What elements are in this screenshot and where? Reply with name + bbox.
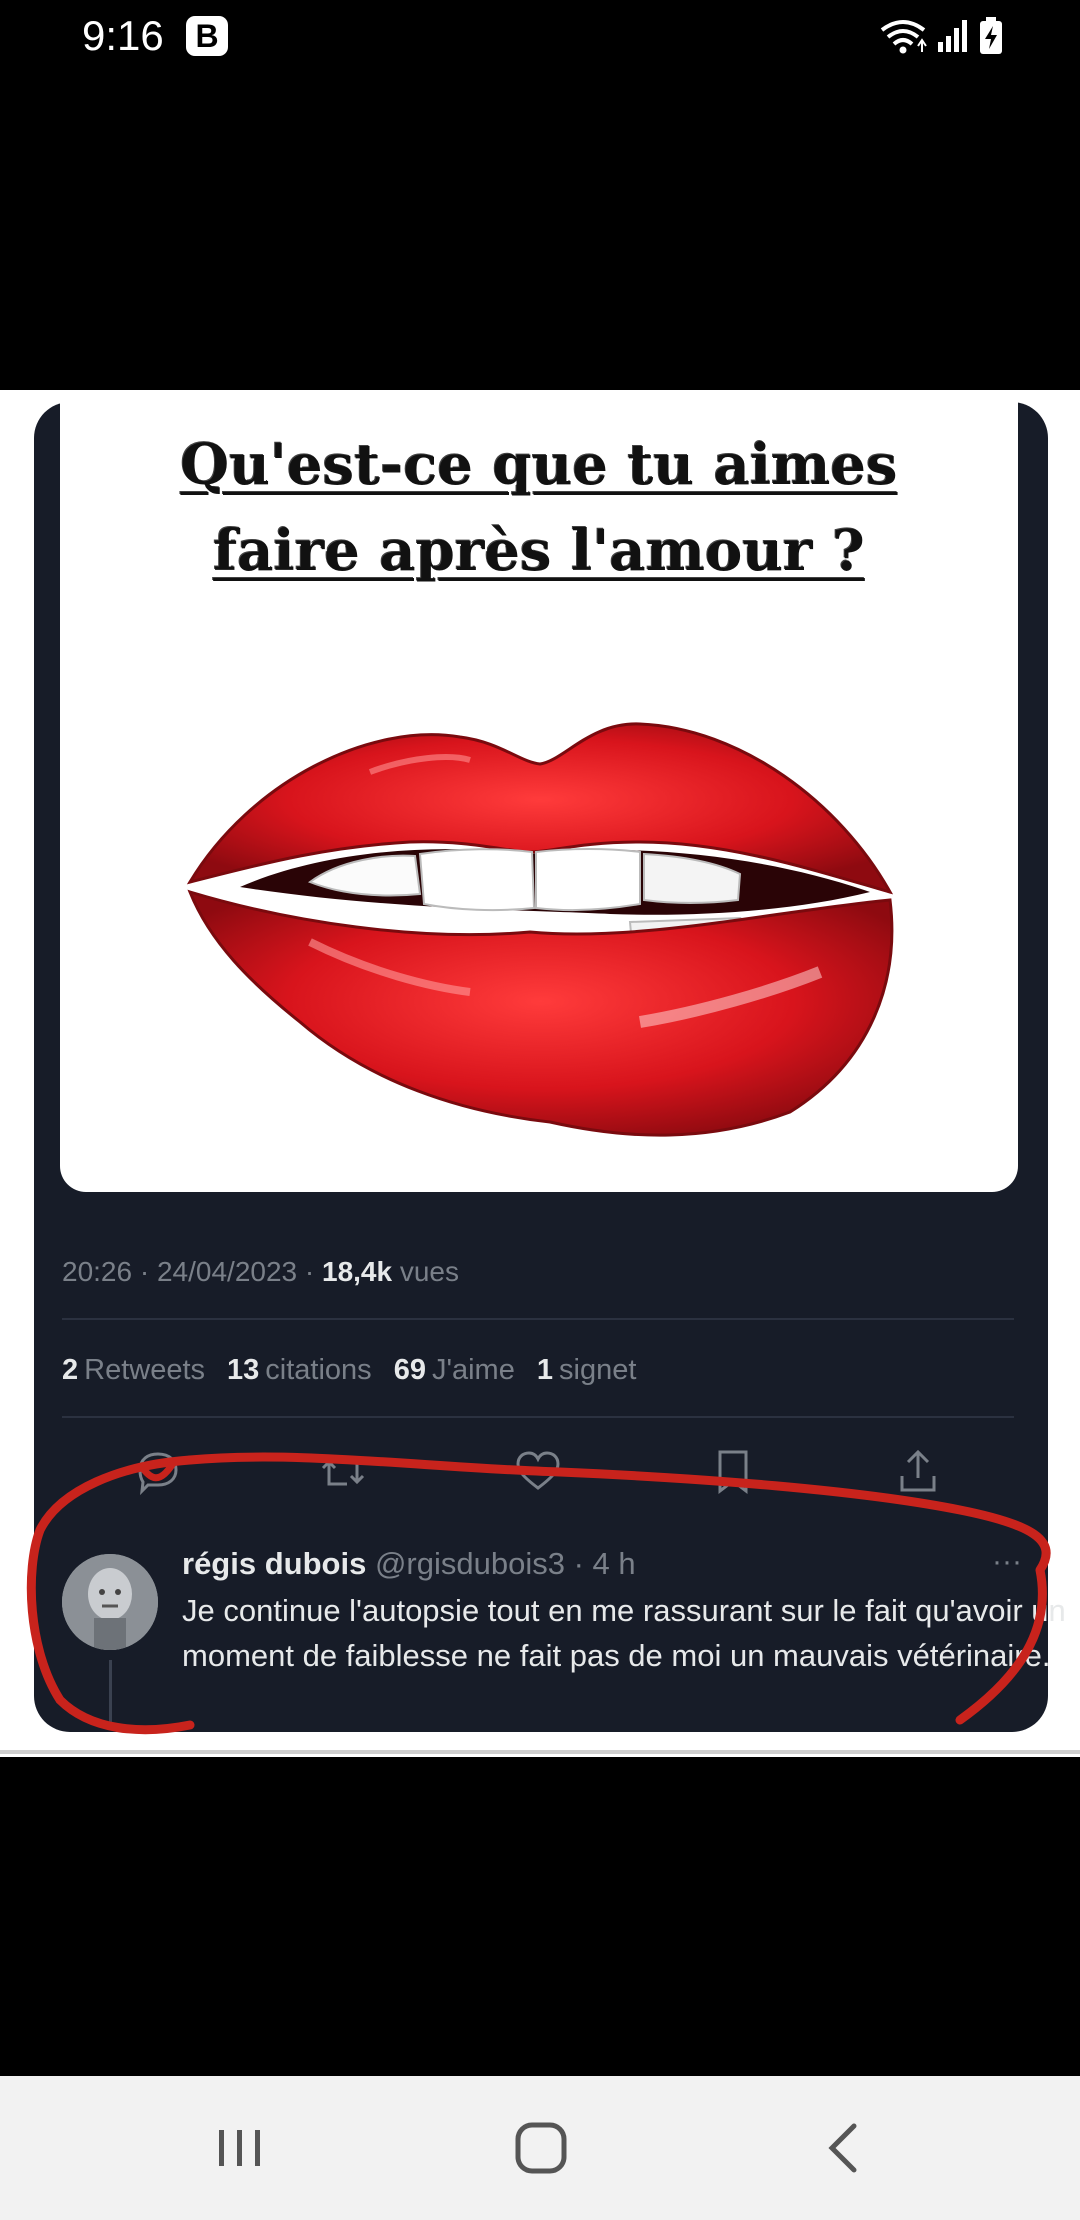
viewer-bottom-edge	[0, 1750, 1080, 1754]
lips-illustration	[186, 722, 894, 1137]
red-annotation-circle	[26, 1452, 1051, 1735]
recents-icon[interactable]	[205, 2116, 275, 2180]
divider	[62, 1318, 1014, 1320]
home-icon[interactable]	[506, 2116, 576, 2180]
tweet-time: 20:26	[62, 1256, 133, 1287]
status-time: 9:16	[82, 12, 164, 59]
b-app-badge: B	[186, 16, 228, 56]
meme-caption: Qu'est-ce que tu aimes faire après l'amo…	[60, 422, 1018, 594]
divider	[62, 1416, 1014, 1418]
meme-caption-line: Qu'est-ce que tu aimes	[180, 432, 898, 498]
stat-retweets[interactable]: 2 Retweets	[62, 1350, 205, 1390]
stat-bookmarks[interactable]: 1 signet	[537, 1350, 637, 1390]
stat-likes[interactable]: 69 J'aime	[394, 1350, 515, 1390]
tweet-views-label: vues	[399, 1256, 460, 1287]
tweet-timestamp: 20:26 · 24/04/2023 · 18,4k vues	[62, 1256, 460, 1287]
meme-caption-line: faire après l'amour ?	[213, 518, 865, 584]
tweet-views-count: 18,4k	[322, 1256, 393, 1287]
meme-image: Qu'est-ce que tu aimes faire après l'amo…	[60, 402, 1018, 1192]
tweet-stats: 2 Retweets 13 citations 69 J'aime 1 signet	[62, 1350, 636, 1390]
status-icons	[878, 14, 1004, 58]
battery-charging-icon	[980, 17, 1002, 54]
back-icon[interactable]	[810, 2116, 880, 2180]
wifi-icon	[880, 20, 927, 54]
status-bar: 9:16 B	[0, 0, 1080, 72]
navigation-bar	[0, 2076, 1080, 2220]
tweet-date: 24/04/2023	[156, 1256, 298, 1287]
stat-quotes[interactable]: 13 citations	[227, 1350, 372, 1390]
signal-icon	[938, 20, 967, 52]
